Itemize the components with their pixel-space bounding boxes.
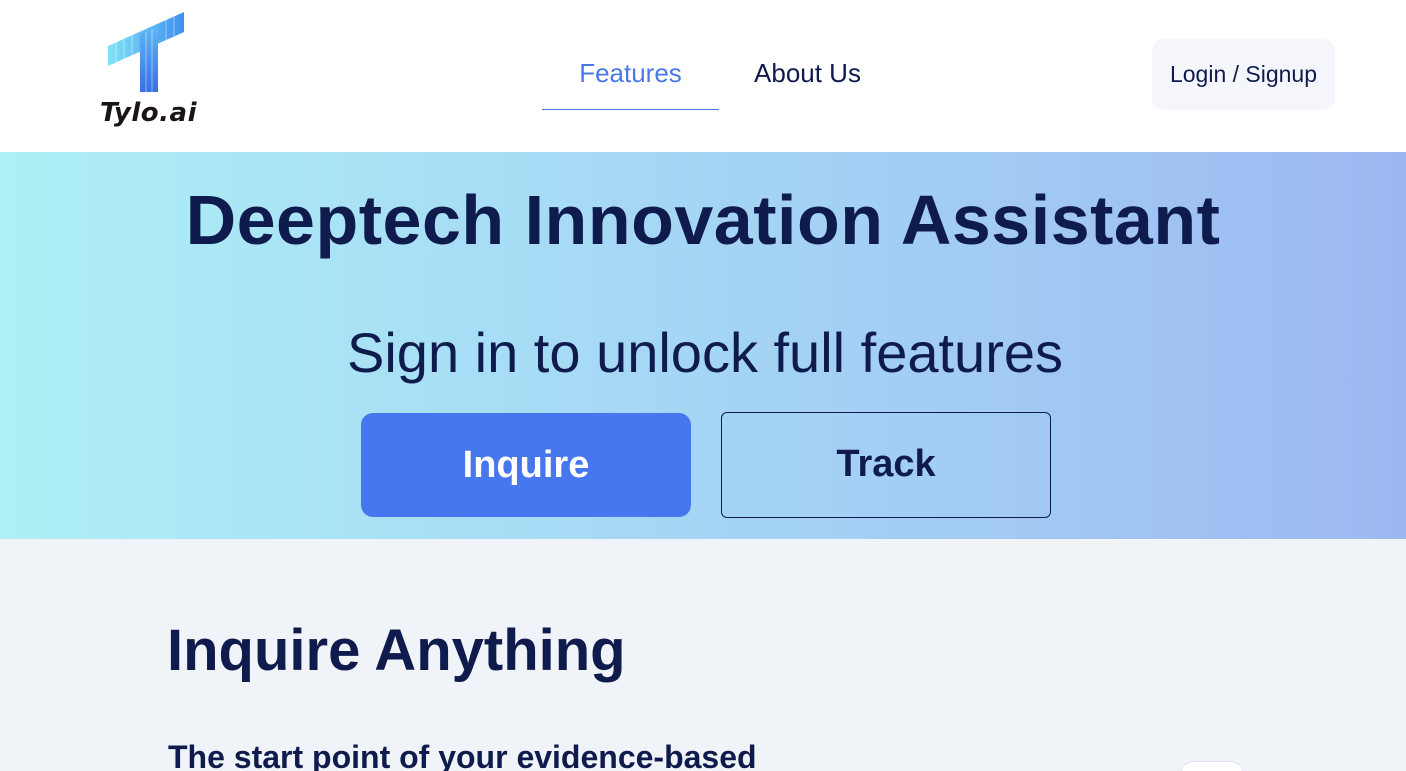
login-signup-button[interactable]: Login / Signup [1152,39,1335,110]
track-button[interactable]: Track [721,412,1051,518]
tylo-logo-icon [108,12,184,92]
nav-about-us[interactable]: About Us [719,40,896,110]
section-title: Inquire Anything [167,618,626,683]
logo[interactable]: Tylo.ai [98,12,208,134]
site-header: Tylo.ai Features About Us Login / Signup [0,0,1406,152]
inquire-button[interactable]: Inquire [361,413,691,517]
main-nav: Features About Us [542,40,896,110]
inquire-section: Inquire Anything The start point of your… [0,539,1406,771]
hero-subtitle: Sign in to unlock full features [347,321,1063,384]
hero-banner: Deeptech Innovation Assistant Sign in to… [0,152,1406,539]
nav-features[interactable]: Features [542,40,719,110]
section-description: The start point of your evidence-based [168,739,757,771]
preview-card [1180,761,1244,771]
logo-text: Tylo.ai [100,98,197,128]
hero-title: Deeptech Innovation Assistant [185,181,1221,259]
